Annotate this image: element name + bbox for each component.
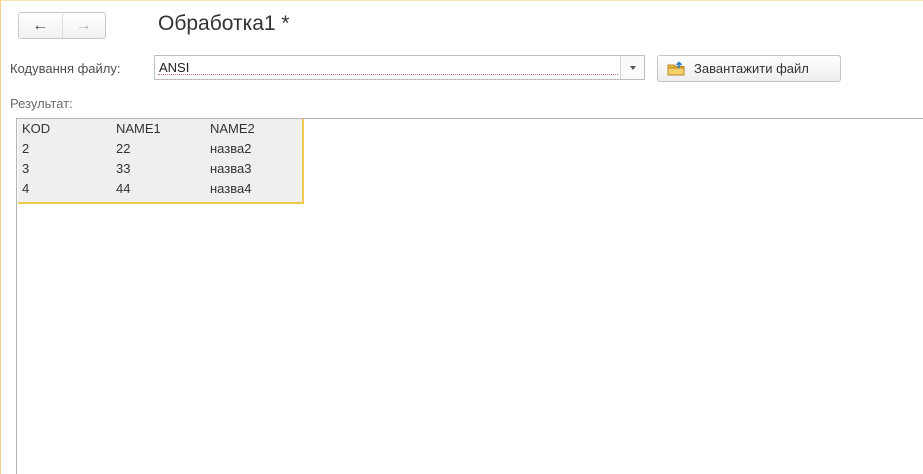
encoding-value-underline xyxy=(158,74,618,75)
result-table: KOD NAME1 NAME2 2 22 назва2 3 33 назва3 … xyxy=(18,119,304,204)
forward-button[interactable]: → xyxy=(63,13,106,38)
table-cell[interactable]: 4 xyxy=(22,181,29,196)
encoding-dropdown-button[interactable] xyxy=(620,56,644,79)
table-header-cell[interactable]: NAME2 xyxy=(210,121,255,136)
encoding-value: ANSI xyxy=(159,60,190,75)
result-label: Результат: xyxy=(10,96,73,111)
table-cell[interactable]: 33 xyxy=(116,161,130,176)
table-cell[interactable]: 44 xyxy=(116,181,130,196)
window-left-border xyxy=(0,0,1,474)
load-file-button[interactable]: Завантажити файл xyxy=(657,55,841,82)
table-cell[interactable]: 2 xyxy=(22,141,29,156)
back-button[interactable]: ← xyxy=(19,13,63,38)
navigation-buttons: ← → xyxy=(18,12,106,39)
table-cell[interactable]: назва2 xyxy=(210,141,251,156)
table-cell[interactable]: назва3 xyxy=(210,161,251,176)
table-header-cell[interactable]: KOD xyxy=(22,121,50,136)
window-top-border xyxy=(0,0,923,1)
arrow-left-icon: ← xyxy=(32,16,49,34)
arrow-right-icon: → xyxy=(75,16,92,34)
encoding-select[interactable]: ANSI xyxy=(154,55,645,80)
folder-upload-icon xyxy=(667,61,685,76)
table-cell[interactable]: назва4 xyxy=(210,181,251,196)
table-cell[interactable]: 3 xyxy=(22,161,29,176)
table-cell[interactable]: 22 xyxy=(116,141,130,156)
load-file-button-label: Завантажити файл xyxy=(694,61,809,76)
page-title: Обработка1 * xyxy=(158,12,290,35)
result-spreadsheet[interactable]: KOD NAME1 NAME2 2 22 назва2 3 33 назва3 … xyxy=(16,118,923,474)
encoding-label: Кодування файлу: xyxy=(10,61,121,76)
table-header-cell[interactable]: NAME1 xyxy=(116,121,161,136)
chevron-down-icon xyxy=(629,65,636,70)
